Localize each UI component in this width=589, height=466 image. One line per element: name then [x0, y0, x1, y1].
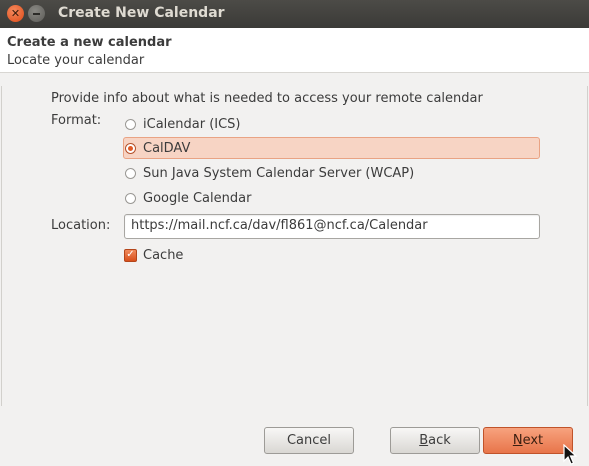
- format-option-label: iCalendar (ICS): [143, 116, 241, 132]
- cancel-button-label: Cancel: [286, 433, 332, 448]
- minimize-window-button[interactable]: [28, 5, 45, 22]
- next-button-label: ext: [522, 433, 544, 448]
- next-button[interactable]: Next: [483, 427, 573, 454]
- window-title: Create New Calendar: [58, 5, 225, 21]
- format-option-wcap[interactable]: Sun Java System Calendar Server (WCAP): [124, 162, 414, 184]
- close-icon: ✕: [10, 7, 21, 20]
- title-bar[interactable]: ✕ Create New Calendar: [0, 0, 589, 28]
- cache-checkbox[interactable]: ✓: [124, 248, 137, 262]
- next-mnemonic: N: [512, 433, 523, 448]
- location-input[interactable]: https://mail.ncf.ca/dav/fl861@ncf.ca/Cal…: [124, 214, 540, 239]
- format-option-icalendar[interactable]: iCalendar (ICS): [124, 113, 241, 135]
- wizard-header: Create a new calendar Locate your calend…: [0, 28, 589, 73]
- close-window-button[interactable]: ✕: [7, 5, 24, 22]
- format-option-label: CalDAV: [143, 140, 191, 156]
- radio-button[interactable]: [125, 167, 136, 179]
- cache-label: Cache: [143, 247, 184, 263]
- location-label: Location:: [51, 218, 111, 233]
- content-panel: [1, 86, 588, 406]
- back-button-label: ack: [428, 433, 451, 448]
- wizard-subtitle: Locate your calendar: [7, 53, 145, 68]
- mouse-pointer-icon: [563, 444, 578, 465]
- radio-button[interactable]: [125, 118, 136, 130]
- cache-option[interactable]: ✓ Cache: [124, 244, 183, 266]
- radio-button[interactable]: [125, 142, 136, 154]
- format-option-label: Sun Java System Calendar Server (WCAP): [143, 165, 415, 181]
- back-mnemonic: B: [419, 433, 429, 448]
- format-label: Format:: [51, 113, 102, 128]
- cancel-button[interactable]: Cancel: [264, 427, 354, 454]
- format-option-google[interactable]: Google Calendar: [124, 187, 251, 209]
- intro-text: Provide info about what is needed to acc…: [51, 91, 483, 106]
- radio-button[interactable]: [125, 192, 136, 204]
- checkmark-icon: ✓: [126, 249, 135, 260]
- format-option-label: Google Calendar: [143, 190, 252, 206]
- format-option-caldav[interactable]: CalDAV: [123, 137, 540, 159]
- wizard-title: Create a new calendar: [7, 35, 172, 50]
- back-button[interactable]: Back: [390, 427, 480, 454]
- dialog-window: ✕ Create New Calendar Create a new calen…: [0, 0, 589, 466]
